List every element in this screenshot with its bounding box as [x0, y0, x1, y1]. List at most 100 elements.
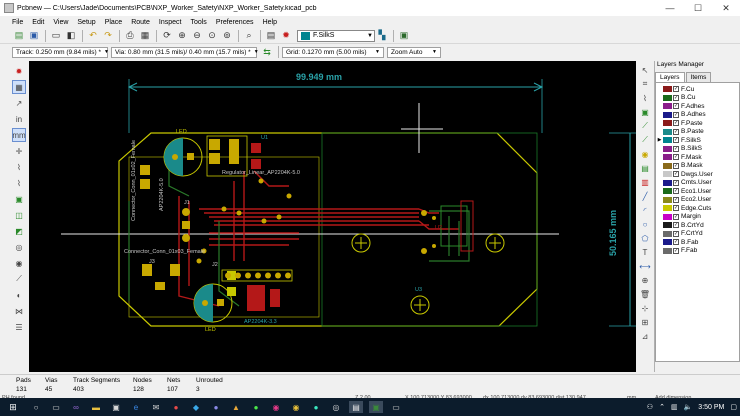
undo-icon[interactable]: ↶ [86, 29, 100, 42]
layer-visibility-checkbox[interactable]: ✓ [673, 205, 679, 212]
layer-pair-icon[interactable]: ▚ [375, 29, 389, 42]
board-setup-icon[interactable]: ▤ [12, 29, 26, 42]
layer-visibility-checkbox[interactable]: ✓ [673, 111, 679, 118]
kicad-taskbar-icon[interactable]: ▤ [349, 401, 363, 413]
add-via-icon[interactable]: ◉ [639, 148, 651, 160]
layer-color-swatch[interactable] [663, 111, 672, 118]
grid-select[interactable]: Grid: 0.1270 mm (5.00 mils) ▼ [282, 46, 384, 58]
refresh-icon[interactable]: ⟳ [160, 29, 174, 42]
add-polygon-icon[interactable]: ⬠ [639, 232, 651, 244]
layer-row[interactable]: ✓ F.Cu [656, 85, 739, 94]
layer-color-swatch[interactable] [663, 137, 672, 144]
cursor-shape-icon[interactable]: ✛ [12, 144, 26, 158]
add-target-icon[interactable]: ⊕ [639, 274, 651, 286]
layer-color-swatch[interactable] [663, 247, 672, 254]
add-zone-icon[interactable]: ▤ [639, 162, 651, 174]
layer-row[interactable]: ✓ B.CrtYd [656, 221, 739, 230]
layer-row[interactable]: ✓ F.Mask [656, 153, 739, 162]
pcb-canvas[interactable]: 99.949 mm 50.165 mm U1 U2 U3 LED LED Reg… [29, 61, 636, 372]
layer-color-swatch[interactable] [663, 213, 672, 220]
via-size-select[interactable]: Via: 0.80 mm (31.5 mils)/ 0.40 mm (15.7 … [111, 46, 259, 58]
layer-row[interactable]: ✓ F.Adhes [656, 102, 739, 111]
layer-visibility-checkbox[interactable]: ✓ [673, 137, 679, 144]
menu-file[interactable]: File [12, 19, 23, 26]
app-icon[interactable]: ● [249, 401, 263, 413]
app-icon[interactable]: ▭ [389, 401, 403, 413]
select-arrow-icon[interactable]: ↖ [639, 64, 651, 76]
add-keepout-icon[interactable]: ▥ [639, 176, 651, 188]
maximize-button[interactable]: ☐ [684, 0, 712, 16]
local-ratsnest-tool-icon[interactable]: ⌇ [639, 92, 651, 104]
tab-layers[interactable]: Layers [655, 72, 685, 82]
task-view-icon[interactable]: ▭ [49, 401, 63, 413]
layer-row[interactable]: ▶ ✓ F.SilkS [656, 136, 739, 145]
local-ratsnest-icon[interactable]: ⌇ [12, 176, 26, 190]
layer-row[interactable]: ✓ B.Mask [656, 162, 739, 171]
chevron-up-icon[interactable]: ⌃ [659, 403, 665, 411]
menu-edit[interactable]: Edit [32, 19, 44, 26]
menu-help[interactable]: Help [263, 19, 277, 26]
zone-fill-icon[interactable]: ▣ [12, 192, 26, 206]
layer-visibility-checkbox[interactable]: ✓ [673, 162, 679, 169]
menu-view[interactable]: View [53, 19, 68, 26]
layer-color-swatch[interactable] [663, 239, 672, 246]
menu-route[interactable]: Route [131, 19, 150, 26]
route-track-icon[interactable]: ⟋ [639, 120, 651, 132]
add-footprint-icon[interactable]: ▣ [639, 106, 651, 118]
layer-row[interactable]: ✓ Dwgs.User [656, 170, 739, 179]
edge-icon[interactable]: e [129, 401, 143, 413]
mail-icon[interactable]: ✉ [149, 401, 163, 413]
pcbnew-taskbar-icon[interactable]: ▣ [369, 401, 383, 413]
scripting-console-icon[interactable]: ▣ [397, 29, 411, 42]
layer-visibility-checkbox[interactable]: ✓ [673, 222, 679, 229]
layer-row[interactable]: ✓ B.Fab [656, 238, 739, 247]
add-text-icon[interactable]: T [639, 246, 651, 258]
zoom-in-icon[interactable]: ⊕ [175, 29, 189, 42]
layer-row[interactable]: ✓ Cmts.User [656, 179, 739, 188]
layer-row[interactable]: ✓ B.Adhes [656, 111, 739, 120]
app-icon[interactable]: ◎ [329, 401, 343, 413]
layer-row[interactable]: ✓ B.SilkS [656, 145, 739, 154]
menu-tools[interactable]: Tools [190, 19, 206, 26]
menu-inspect[interactable]: Inspect [159, 19, 182, 26]
layer-visibility-checkbox[interactable]: ✓ [673, 213, 679, 220]
via-sketch-icon[interactable]: ◉ [12, 256, 26, 270]
drc-marker-icon[interactable]: ✹ [12, 64, 26, 78]
add-arc-icon[interactable]: ◜ [639, 204, 651, 216]
tab-items[interactable]: Items [685, 72, 712, 82]
layer-color-swatch[interactable] [663, 205, 672, 212]
units-mm-icon[interactable]: mm [12, 128, 26, 142]
chrome-icon[interactable]: ◉ [289, 401, 303, 413]
layer-visibility-checkbox[interactable]: ✓ [673, 103, 679, 110]
layer-visibility-checkbox[interactable]: ✓ [673, 128, 679, 135]
layer-color-swatch[interactable] [663, 188, 672, 195]
layer-row[interactable]: ✓ B.Cu [656, 94, 739, 103]
layer-row[interactable]: ✓ Margin [656, 213, 739, 222]
people-icon[interactable]: ⚇ [647, 403, 653, 411]
menu-preferences[interactable]: Preferences [216, 19, 254, 26]
redo-icon[interactable]: ↷ [101, 29, 115, 42]
zoom-out-icon[interactable]: ⊖ [190, 29, 204, 42]
menu-setup[interactable]: Setup [77, 19, 95, 26]
zoom-fit-icon[interactable]: ⊙ [205, 29, 219, 42]
volume-icon[interactable]: 🔈 [684, 403, 693, 411]
grid-origin-icon[interactable]: ⊞ [639, 316, 651, 328]
zoom-select[interactable]: Zoom Auto ▼ [387, 46, 441, 58]
layer-color-swatch[interactable] [663, 86, 672, 93]
layer-color-swatch[interactable] [663, 171, 672, 178]
track-width-select[interactable]: Track: 0.250 mm (9.84 mils) * ▼ [12, 46, 109, 58]
layer-row[interactable]: ✓ F.Fab [656, 247, 739, 256]
layer-row[interactable]: ✓ Eco2.User [656, 196, 739, 205]
layer-visibility-checkbox[interactable]: ✓ [673, 171, 679, 178]
menu-place[interactable]: Place [105, 19, 123, 26]
minimize-button[interactable]: — [656, 0, 684, 16]
layer-row[interactable]: ✓ Eco1.User [656, 187, 739, 196]
drc-icon[interactable]: ✹ [279, 29, 293, 42]
auto-track-width-icon[interactable]: ⇆ [260, 46, 274, 59]
layer-row[interactable]: ✓ F.CrtYd [656, 230, 739, 239]
layer-visibility-checkbox[interactable]: ✓ [673, 230, 679, 237]
highlight-net-icon[interactable]: ⌗ [639, 78, 651, 90]
app-icon[interactable]: ◆ [189, 401, 203, 413]
layer-color-swatch[interactable] [663, 128, 672, 135]
grid-toggle-icon[interactable]: ▦ [12, 80, 26, 94]
